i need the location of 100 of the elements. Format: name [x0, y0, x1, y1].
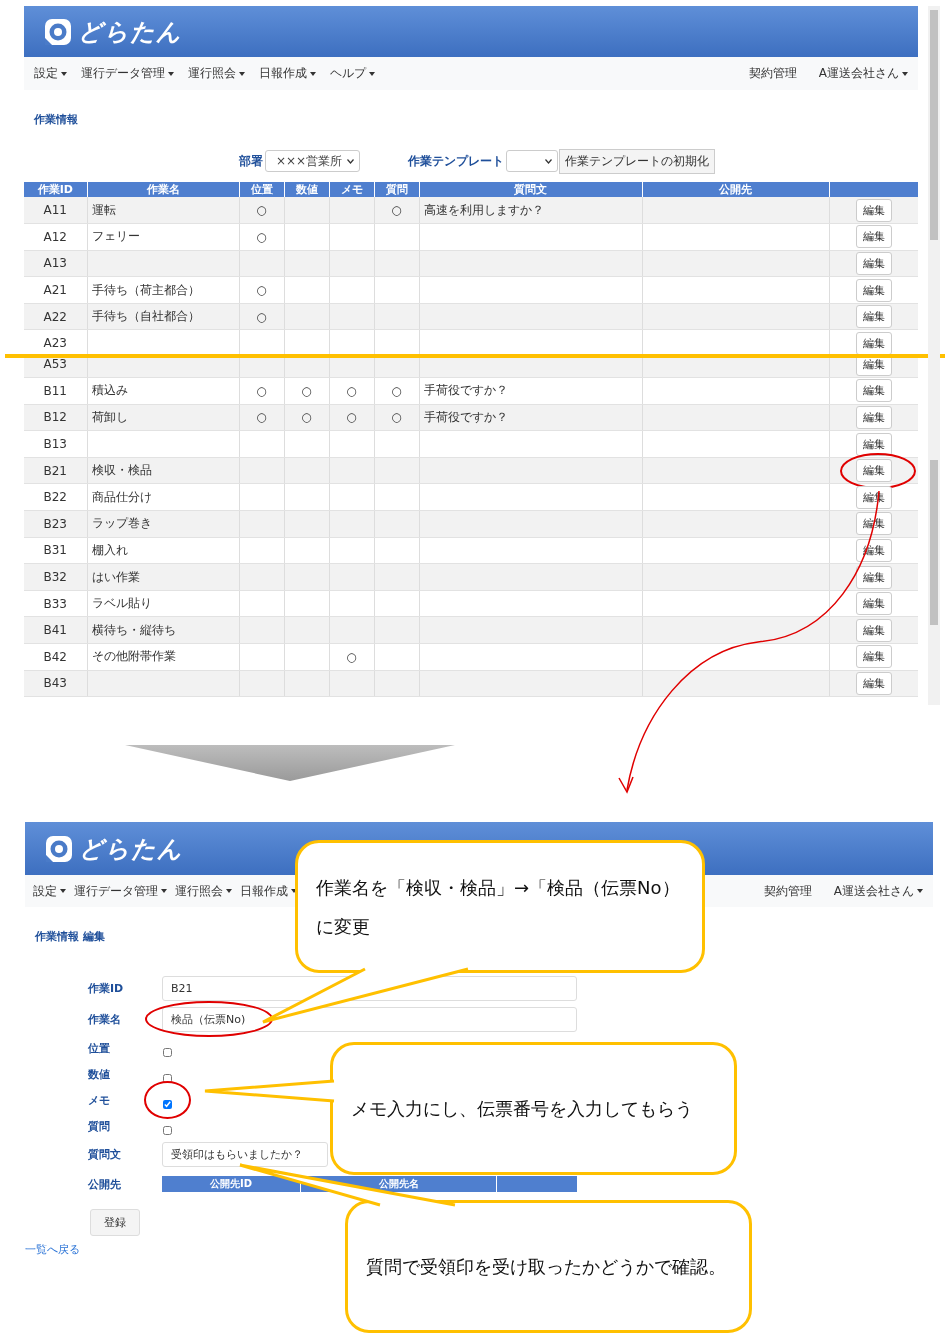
text-field[interactable]: 受領印はもらいましたか？	[162, 1142, 328, 1167]
nav-menu[interactable]: 契約管理	[748, 65, 797, 82]
nav-menu[interactable]: 日報作成	[259, 65, 316, 82]
table-cell: A53	[24, 358, 87, 378]
table-cell: 高速を利用しますか？	[419, 197, 642, 224]
column-header: 公開先	[642, 182, 829, 197]
edit-button[interactable]: 編集	[855, 432, 892, 456]
edit-button[interactable]: 編集	[855, 406, 892, 429]
table-cell: 検収・検品	[87, 457, 239, 484]
edit-button[interactable]: 編集	[855, 671, 892, 695]
nav-menu[interactable]: 運行データ管理	[81, 65, 174, 82]
reset-button[interactable]: 作業テンプレートの初期化	[559, 148, 715, 174]
table-cell: ○	[239, 197, 284, 224]
text-field[interactable]: 検品（伝票No)	[162, 1007, 577, 1032]
field-label: 公開先	[88, 1176, 121, 1192]
logo-text[interactable]: どらたん	[79, 832, 183, 865]
table-cell: B42	[24, 643, 87, 671]
table-cell: A21	[24, 276, 87, 304]
table-cell: B43	[24, 670, 87, 697]
column-header: 質問	[374, 182, 419, 197]
edit-button[interactable]: 編集	[855, 305, 892, 329]
table-cell: B33	[24, 590, 87, 617]
edit-button[interactable]: 編集	[855, 565, 892, 589]
nav-menu[interactable]: 設定	[33, 882, 66, 900]
nav-menu[interactable]: A運送会社さん	[833, 882, 923, 900]
checkbox[interactable]	[163, 1048, 172, 1057]
field-label: 作業テンプレート	[408, 152, 504, 170]
scrollbar[interactable]	[928, 6, 940, 705]
table-cell: 手荷役ですか？	[419, 404, 642, 431]
checkbox[interactable]	[163, 1100, 172, 1109]
table-cell: 運転	[87, 197, 239, 224]
field-label: 作業名	[88, 1012, 121, 1027]
table-cell: B22	[24, 483, 87, 511]
edit-button[interactable]: 編集	[855, 592, 892, 616]
table-cell: はい作業	[87, 563, 239, 591]
nav-menu[interactable]: A運送会社さん	[818, 65, 908, 82]
table-cell: B41	[24, 616, 87, 644]
logo-icon	[44, 17, 72, 46]
table-cell: ラベル貼り	[87, 590, 239, 617]
table-cell: ラップ巻き	[87, 510, 239, 538]
checkbox[interactable]	[163, 1126, 172, 1135]
edit-button[interactable]: 編集	[855, 331, 892, 354]
table-cell: その他附帯作業	[87, 643, 239, 671]
nav-menu[interactable]: 運行データ管理	[74, 882, 167, 900]
nav-menu[interactable]: 運行照会	[175, 882, 232, 900]
nav-menu[interactable]: 運行照会	[188, 65, 245, 82]
table-cell: 手待ち（自社都合）	[87, 303, 239, 330]
field-label: 位置	[88, 1040, 110, 1056]
chevron-icon	[545, 158, 552, 164]
nav-menu[interactable]: 設定	[34, 65, 67, 82]
column-header: メモ	[329, 182, 374, 197]
submit-button[interactable]: 登録	[90, 1209, 140, 1236]
field-label: メモ	[88, 1092, 110, 1108]
table-cell: B12	[24, 404, 87, 431]
table-cell: ○	[239, 377, 284, 405]
column-header: 作業ID	[24, 182, 87, 197]
back-link[interactable]: 一覧へ戻る	[25, 1242, 80, 1257]
table-cell: A12	[24, 223, 87, 251]
edit-button[interactable]: 編集	[855, 618, 892, 642]
table-cell: B23	[24, 510, 87, 538]
table-cell: 横待ち・縦待ち	[87, 616, 239, 644]
table-cell: A22	[24, 303, 87, 330]
field-label: 質問文	[88, 1147, 121, 1162]
logo-icon	[45, 834, 73, 863]
table-cell: B21	[24, 457, 87, 484]
table-cell: ○	[239, 276, 284, 304]
field-label: 作業ID	[88, 981, 124, 996]
table-cell: ○	[329, 643, 374, 671]
table-cell: ○	[284, 377, 329, 405]
table-cell: ○	[239, 223, 284, 251]
table-cell: ○	[329, 377, 374, 405]
edit-button[interactable]: 編集	[855, 225, 892, 249]
column-header: 作業名	[87, 182, 239, 197]
edit-button[interactable]: 編集	[855, 278, 892, 302]
table-cell: B32	[24, 563, 87, 591]
field-label: 数値	[88, 1066, 110, 1082]
nav-menu[interactable]: 契約管理	[763, 882, 812, 900]
checkbox[interactable]	[163, 1074, 172, 1083]
table-cell: 手荷役ですか？	[419, 377, 642, 405]
edit-button[interactable]: 編集	[855, 252, 892, 275]
edit-button[interactable]: 編集	[855, 198, 892, 222]
table-cell: 棚入れ	[87, 537, 239, 564]
page-title: 作業情報 編集	[35, 929, 105, 945]
table-cell: 荷卸し	[87, 404, 239, 431]
field-label: 質問	[88, 1118, 110, 1134]
column-header: 位置	[239, 182, 284, 197]
edit-button[interactable]: 編集	[855, 379, 892, 403]
table-cell: フェリー	[87, 223, 239, 251]
table-cell: B31	[24, 537, 87, 564]
table-cell: ○	[374, 377, 419, 405]
table-cell: 積込み	[87, 377, 239, 405]
department-select[interactable]: ×××営業所	[265, 150, 360, 172]
edit-button[interactable]: 編集	[855, 358, 892, 376]
edit-button[interactable]: 編集	[855, 645, 892, 669]
logo-text[interactable]: どらたん	[78, 15, 182, 48]
table-cell: 手待ち（荷主都合）	[87, 276, 239, 304]
page-title: 作業情報	[34, 112, 78, 128]
nav-menu[interactable]: ヘルプ	[330, 65, 375, 82]
field-label: 部署	[239, 152, 263, 170]
edit-button[interactable]: 編集	[855, 459, 892, 483]
